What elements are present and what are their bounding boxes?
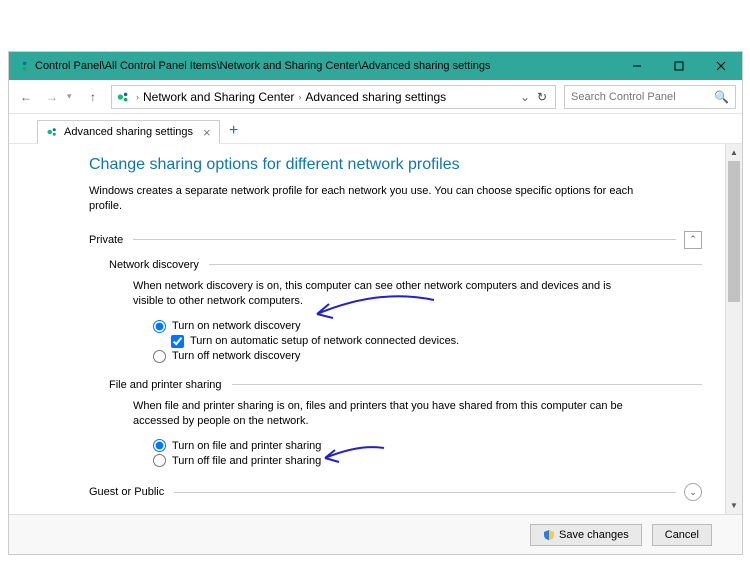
checkbox-auto-setup[interactable]: Turn on automatic setup of network conne… — [153, 335, 702, 348]
save-changes-button[interactable]: Save changes — [530, 524, 642, 546]
page-title: Change sharing options for different net… — [89, 156, 702, 174]
network-icon — [46, 126, 58, 138]
subsection-label: Network discovery — [109, 259, 199, 271]
tab-label: Advanced sharing settings — [64, 126, 193, 138]
breadcrumb-item[interactable]: Network and Sharing Center — [143, 90, 294, 104]
radio-network-discovery-off[interactable]: Turn off network discovery — [153, 350, 702, 363]
network-icon — [116, 90, 130, 104]
section-guest: Guest or Public ⌄ — [89, 483, 702, 501]
collapse-button[interactable]: ⌃ — [684, 231, 702, 249]
subsection-description: When file and printer sharing is on, fil… — [109, 399, 629, 430]
content-area: Change sharing options for different net… — [9, 144, 742, 514]
chevron-right-icon: › — [298, 92, 301, 102]
search-input[interactable] — [571, 91, 714, 103]
chevron-right-icon: › — [136, 92, 139, 102]
search-box[interactable]: 🔍 — [564, 85, 736, 109]
minimize-button[interactable] — [616, 52, 658, 80]
scroll-thumb[interactable] — [728, 161, 740, 302]
section-label: Private — [89, 234, 123, 246]
subsection-label: File and printer sharing — [109, 379, 222, 391]
section-label: Guest or Public — [89, 486, 164, 498]
titlebar: Control Panel\All Control Panel Items\Ne… — [9, 52, 742, 80]
close-button[interactable] — [700, 52, 742, 80]
search-icon[interactable]: 🔍 — [714, 90, 729, 104]
divider — [232, 384, 702, 385]
address-bar[interactable]: › Network and Sharing Center › Advanced … — [111, 85, 556, 109]
vertical-scrollbar[interactable]: ▲ ▼ — [725, 144, 742, 514]
scroll-track[interactable] — [726, 161, 742, 497]
shield-icon — [543, 529, 555, 541]
nav-forward-button[interactable]: → — [41, 86, 63, 108]
maximize-button[interactable] — [658, 52, 700, 80]
page-description: Windows creates a separate network profi… — [89, 184, 649, 215]
breadcrumb-item[interactable]: Advanced sharing settings — [305, 90, 446, 104]
tab-advanced-sharing[interactable]: Advanced sharing settings × — [37, 120, 220, 144]
tab-strip: Advanced sharing settings × + — [9, 114, 742, 144]
section-private: Private ⌃ — [89, 231, 702, 249]
nav-up-button[interactable]: ↑ — [83, 87, 103, 107]
address-dropdown[interactable]: ⌄ — [517, 90, 533, 104]
divider — [209, 264, 702, 265]
scroll-down-button[interactable]: ▼ — [726, 497, 742, 514]
scroll-up-button[interactable]: ▲ — [726, 144, 742, 161]
window-frame: Control Panel\All Control Panel Items\Ne… — [8, 51, 743, 555]
footer: Save changes Cancel — [9, 514, 742, 554]
window-title: Control Panel\All Control Panel Items\Ne… — [35, 60, 616, 72]
nav-back-button[interactable]: ← — [15, 86, 37, 108]
cancel-button[interactable]: Cancel — [652, 524, 712, 546]
subsection-description: When network discovery is on, this compu… — [109, 279, 629, 310]
radio-file-printer-on[interactable]: Turn on file and printer sharing — [153, 439, 702, 452]
nav-history-dropdown[interactable]: ▾ — [67, 91, 79, 102]
expand-button[interactable]: ⌄ — [684, 483, 702, 501]
subsection-file-printer: File and printer sharing — [109, 379, 702, 391]
radio-network-discovery-on[interactable]: Turn on network discovery — [153, 320, 702, 333]
control-panel-icon — [15, 59, 29, 73]
radio-file-printer-off[interactable]: Turn off file and printer sharing — [153, 454, 702, 467]
subsection-network-discovery: Network discovery — [109, 259, 702, 271]
navbar: ← → ▾ ↑ › Network and Sharing Center › A… — [9, 80, 742, 114]
tab-close-button[interactable]: × — [203, 125, 211, 140]
divider — [133, 239, 676, 240]
divider — [174, 492, 676, 493]
new-tab-button[interactable]: + — [222, 119, 246, 143]
refresh-button[interactable]: ↻ — [533, 90, 551, 104]
